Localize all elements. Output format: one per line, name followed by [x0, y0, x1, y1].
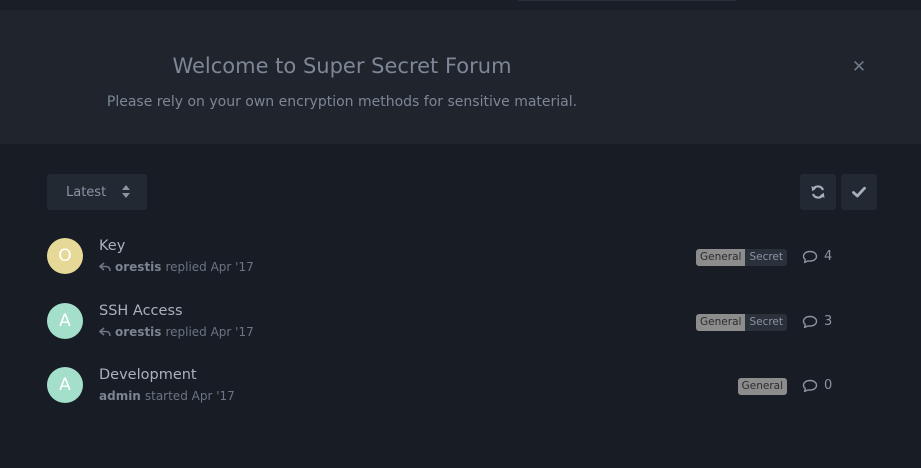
activity-text: replied Apr '17	[165, 325, 254, 339]
reply-count: 4	[802, 248, 832, 265]
comment-bubble-icon	[802, 250, 818, 263]
discussion-row[interactable]: A Development admin started Apr '17 General 0	[0, 361, 921, 423]
tag-general[interactable]: General	[696, 249, 746, 266]
reply-count-value: 3	[824, 314, 833, 329]
discussion-title[interactable]: SSH Access	[99, 303, 183, 319]
refresh-button[interactable]	[800, 174, 836, 210]
tag-general[interactable]: General	[737, 378, 787, 395]
discussion-row[interactable]: A SSH Access orestis replied Apr '17 General…	[0, 297, 921, 359]
avatar[interactable]: O	[47, 238, 83, 274]
comment-bubble-icon	[802, 379, 818, 392]
reply-count: 0	[802, 377, 832, 394]
comment-bubble-icon	[802, 315, 818, 328]
activity-text: started Apr '17	[144, 389, 235, 403]
author-link[interactable]: orestis	[115, 325, 161, 339]
mark-all-read-button[interactable]	[841, 174, 877, 210]
discussion-row[interactable]: O Key orestis replied Apr '17 General Secret 4	[0, 232, 921, 294]
discussion-title[interactable]: Development	[99, 367, 197, 383]
refresh-icon	[811, 185, 825, 199]
close-icon[interactable]: ✕	[849, 57, 869, 77]
author-link[interactable]: orestis	[115, 260, 161, 274]
top-header-bar	[0, 0, 921, 10]
activity-text: replied Apr '17	[165, 260, 254, 274]
hero-subtitle: Please rely on your own encryption metho…	[106, 94, 578, 110]
discussion-meta: orestis replied Apr '17	[99, 325, 254, 339]
reply-count: 3	[802, 313, 832, 330]
discussion-meta: admin started Apr '17	[99, 389, 235, 403]
avatar[interactable]: A	[47, 303, 83, 339]
tag-secret[interactable]: Secret	[745, 314, 787, 331]
header-search-box[interactable]	[518, 0, 736, 1]
reply-count-value: 4	[824, 249, 833, 264]
sort-dropdown[interactable]: Latest	[47, 174, 147, 210]
discussion-meta: orestis replied Apr '17	[99, 260, 254, 274]
sort-caret-icon	[122, 185, 130, 199]
author-link[interactable]: admin	[99, 389, 141, 403]
hero-title: Welcome to Super Secret Forum	[172, 54, 512, 78]
reply-icon	[99, 262, 111, 272]
reply-count-value: 0	[824, 378, 833, 393]
avatar[interactable]: A	[47, 367, 83, 403]
tag-list: General	[737, 378, 787, 395]
discussion-title[interactable]: Key	[99, 238, 125, 254]
reply-icon	[99, 327, 111, 337]
tag-list: General Secret	[696, 314, 787, 331]
tag-list: General Secret	[696, 249, 787, 266]
welcome-hero: Welcome to Super Secret Forum Please rel…	[0, 10, 921, 144]
check-icon	[852, 186, 866, 198]
sort-label: Latest	[66, 184, 107, 200]
tag-secret[interactable]: Secret	[745, 249, 787, 266]
tag-general[interactable]: General	[696, 314, 746, 331]
